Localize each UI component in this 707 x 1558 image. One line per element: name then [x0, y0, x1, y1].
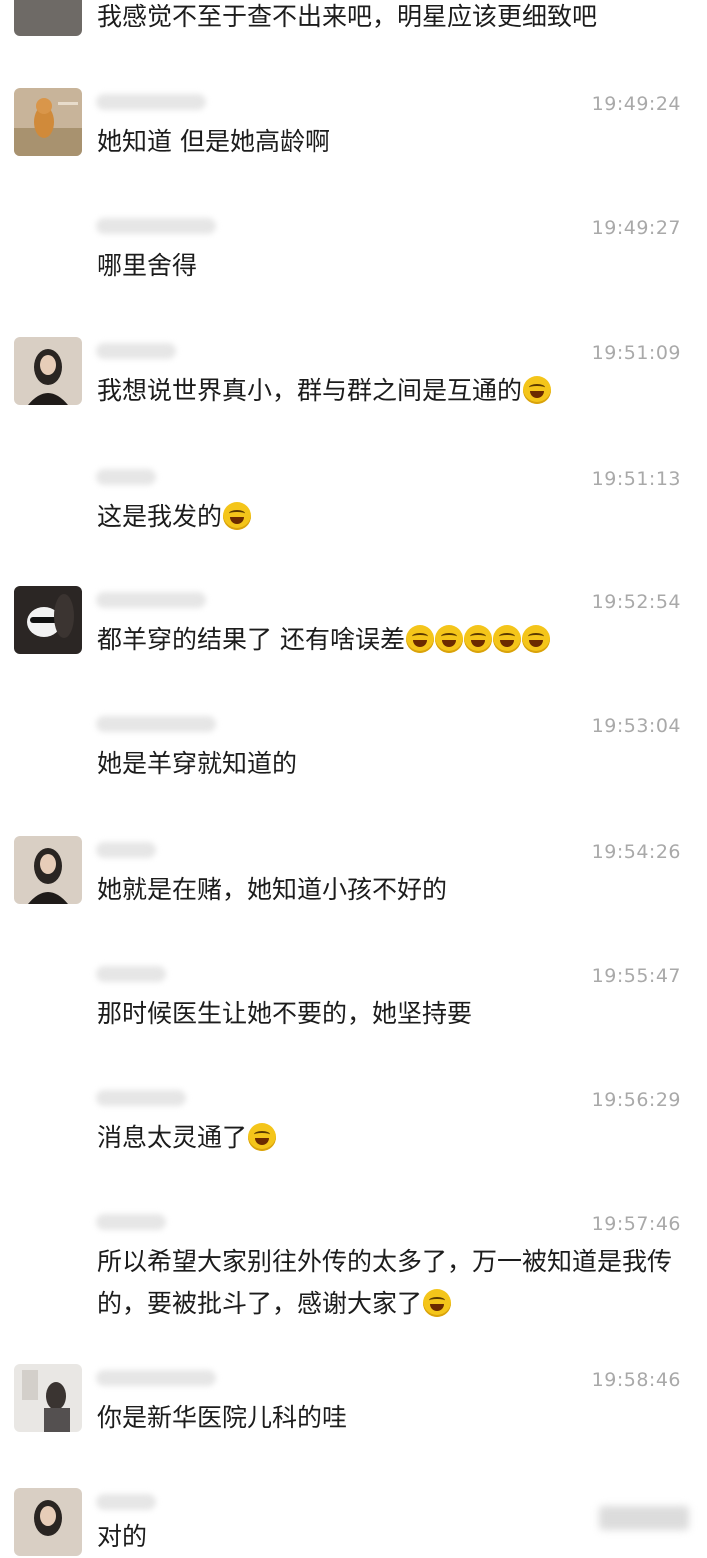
message-text: 我想说世界真小，群与群之间是互通的	[97, 370, 677, 412]
chat-message: 19:54:26 她就是在赌，她知道小孩不好的	[0, 836, 707, 926]
laughing-emoji-icon	[492, 625, 521, 653]
girl-avatar-icon	[14, 337, 82, 405]
message-text: 这是我发的	[97, 496, 677, 538]
laughing-emoji-icon	[523, 376, 552, 404]
message-text: 你是新华医院儿科的哇	[97, 1403, 348, 1432]
message-time: 19:53:04	[591, 715, 681, 737]
message-text: 她知道 但是她高龄啊	[97, 127, 330, 156]
sender-name	[96, 716, 216, 732]
avatar[interactable]	[14, 1488, 82, 1556]
message-time: 19:55:47	[591, 965, 681, 987]
sender-name	[96, 94, 206, 110]
sender-name	[96, 1370, 216, 1386]
sender-name	[96, 966, 166, 982]
message-text: 那时候医生让她不要的，她坚持要	[97, 999, 473, 1028]
message-text: 哪里舍得	[97, 251, 198, 280]
dog-avatar-icon	[14, 586, 82, 654]
avatar[interactable]	[14, 836, 82, 904]
message-time: 19:51:13	[591, 468, 681, 490]
avatar[interactable]	[14, 337, 82, 405]
message-time: 19:49:24	[591, 93, 681, 115]
message-text: 所以希望大家别往外传的太多了，万一被知道是我传的，要被批斗了，感谢大家了	[97, 1247, 673, 1318]
chat-message: 19:58:46 你是新华医院儿科的哇	[0, 1364, 707, 1454]
message-time: 19:49:27	[591, 217, 681, 239]
avatar[interactable]	[14, 586, 82, 654]
avatar[interactable]	[14, 88, 82, 156]
chat-message: 19:52:54 都羊穿的结果了 还有啥误差	[0, 586, 707, 676]
avatar[interactable]	[14, 0, 82, 36]
message-text: 对的	[97, 1522, 148, 1551]
chat-message: 我感觉不至于查不出来吧，明星应该更细致吧	[0, 0, 707, 50]
sender-name	[96, 469, 156, 485]
message-time: 19:52:54	[591, 591, 681, 613]
message-time: 19:56:29	[591, 1089, 681, 1111]
chat-message: 19:56:29 消息太灵通了	[0, 1084, 707, 1174]
cat-avatar-icon	[14, 88, 82, 156]
laughing-emoji-icon	[434, 625, 463, 653]
chat-history: 我感觉不至于查不出来吧，明星应该更细致吧 19:49:24 她知道 但是她高龄啊…	[0, 0, 707, 1556]
laughing-emoji-icon	[248, 1123, 277, 1151]
sender-name	[96, 842, 156, 858]
message-text: 她是羊穿就知道的	[97, 749, 298, 778]
laughing-emoji-icon	[223, 502, 252, 530]
message-time: 19:58:46	[591, 1369, 681, 1391]
message-text: 我感觉不至于查不出来吧，明星应该更细致吧	[97, 2, 598, 31]
sender-name	[96, 218, 216, 234]
sender-name	[96, 1090, 186, 1106]
chat-message: 19:51:09 我想说世界真小，群与群之间是互通的	[0, 337, 707, 427]
avatar[interactable]	[14, 1364, 82, 1432]
message-text: 都羊穿的结果了 还有啥误差	[97, 619, 677, 661]
laughing-emoji-icon	[405, 625, 434, 653]
sender-name	[96, 1214, 166, 1230]
message-time: 19:57:46	[591, 1213, 681, 1235]
sender-name	[96, 343, 176, 359]
message-text: 她就是在赌，她知道小孩不好的	[97, 875, 448, 904]
laughing-emoji-icon	[521, 625, 550, 653]
chat-message: 19:53:04 她是羊穿就知道的	[0, 710, 707, 800]
girl-avatar-icon	[14, 836, 82, 904]
chat-message: 19:51:13 这是我发的	[0, 463, 707, 553]
chat-message: 19:57:46 所以希望大家别往外传的太多了，万一被知道是我传的，要被批斗了，…	[0, 1208, 707, 1328]
sender-name	[96, 592, 206, 608]
room-avatar-icon	[14, 1364, 82, 1432]
girl-avatar-icon	[14, 1488, 82, 1556]
watermark	[599, 1506, 689, 1530]
message-time: 19:54:26	[591, 841, 681, 863]
chat-message: 19:49:24 她知道 但是她高龄啊	[0, 88, 707, 178]
laughing-emoji-icon	[463, 625, 492, 653]
message-text: 消息太灵通了	[97, 1117, 677, 1159]
chat-message: 19:49:27 哪里舍得	[0, 212, 707, 302]
chat-message: 19:55:47 那时候医生让她不要的，她坚持要	[0, 960, 707, 1050]
laughing-emoji-icon	[423, 1289, 452, 1317]
sender-name	[96, 1494, 156, 1510]
message-time: 19:51:09	[591, 342, 681, 364]
